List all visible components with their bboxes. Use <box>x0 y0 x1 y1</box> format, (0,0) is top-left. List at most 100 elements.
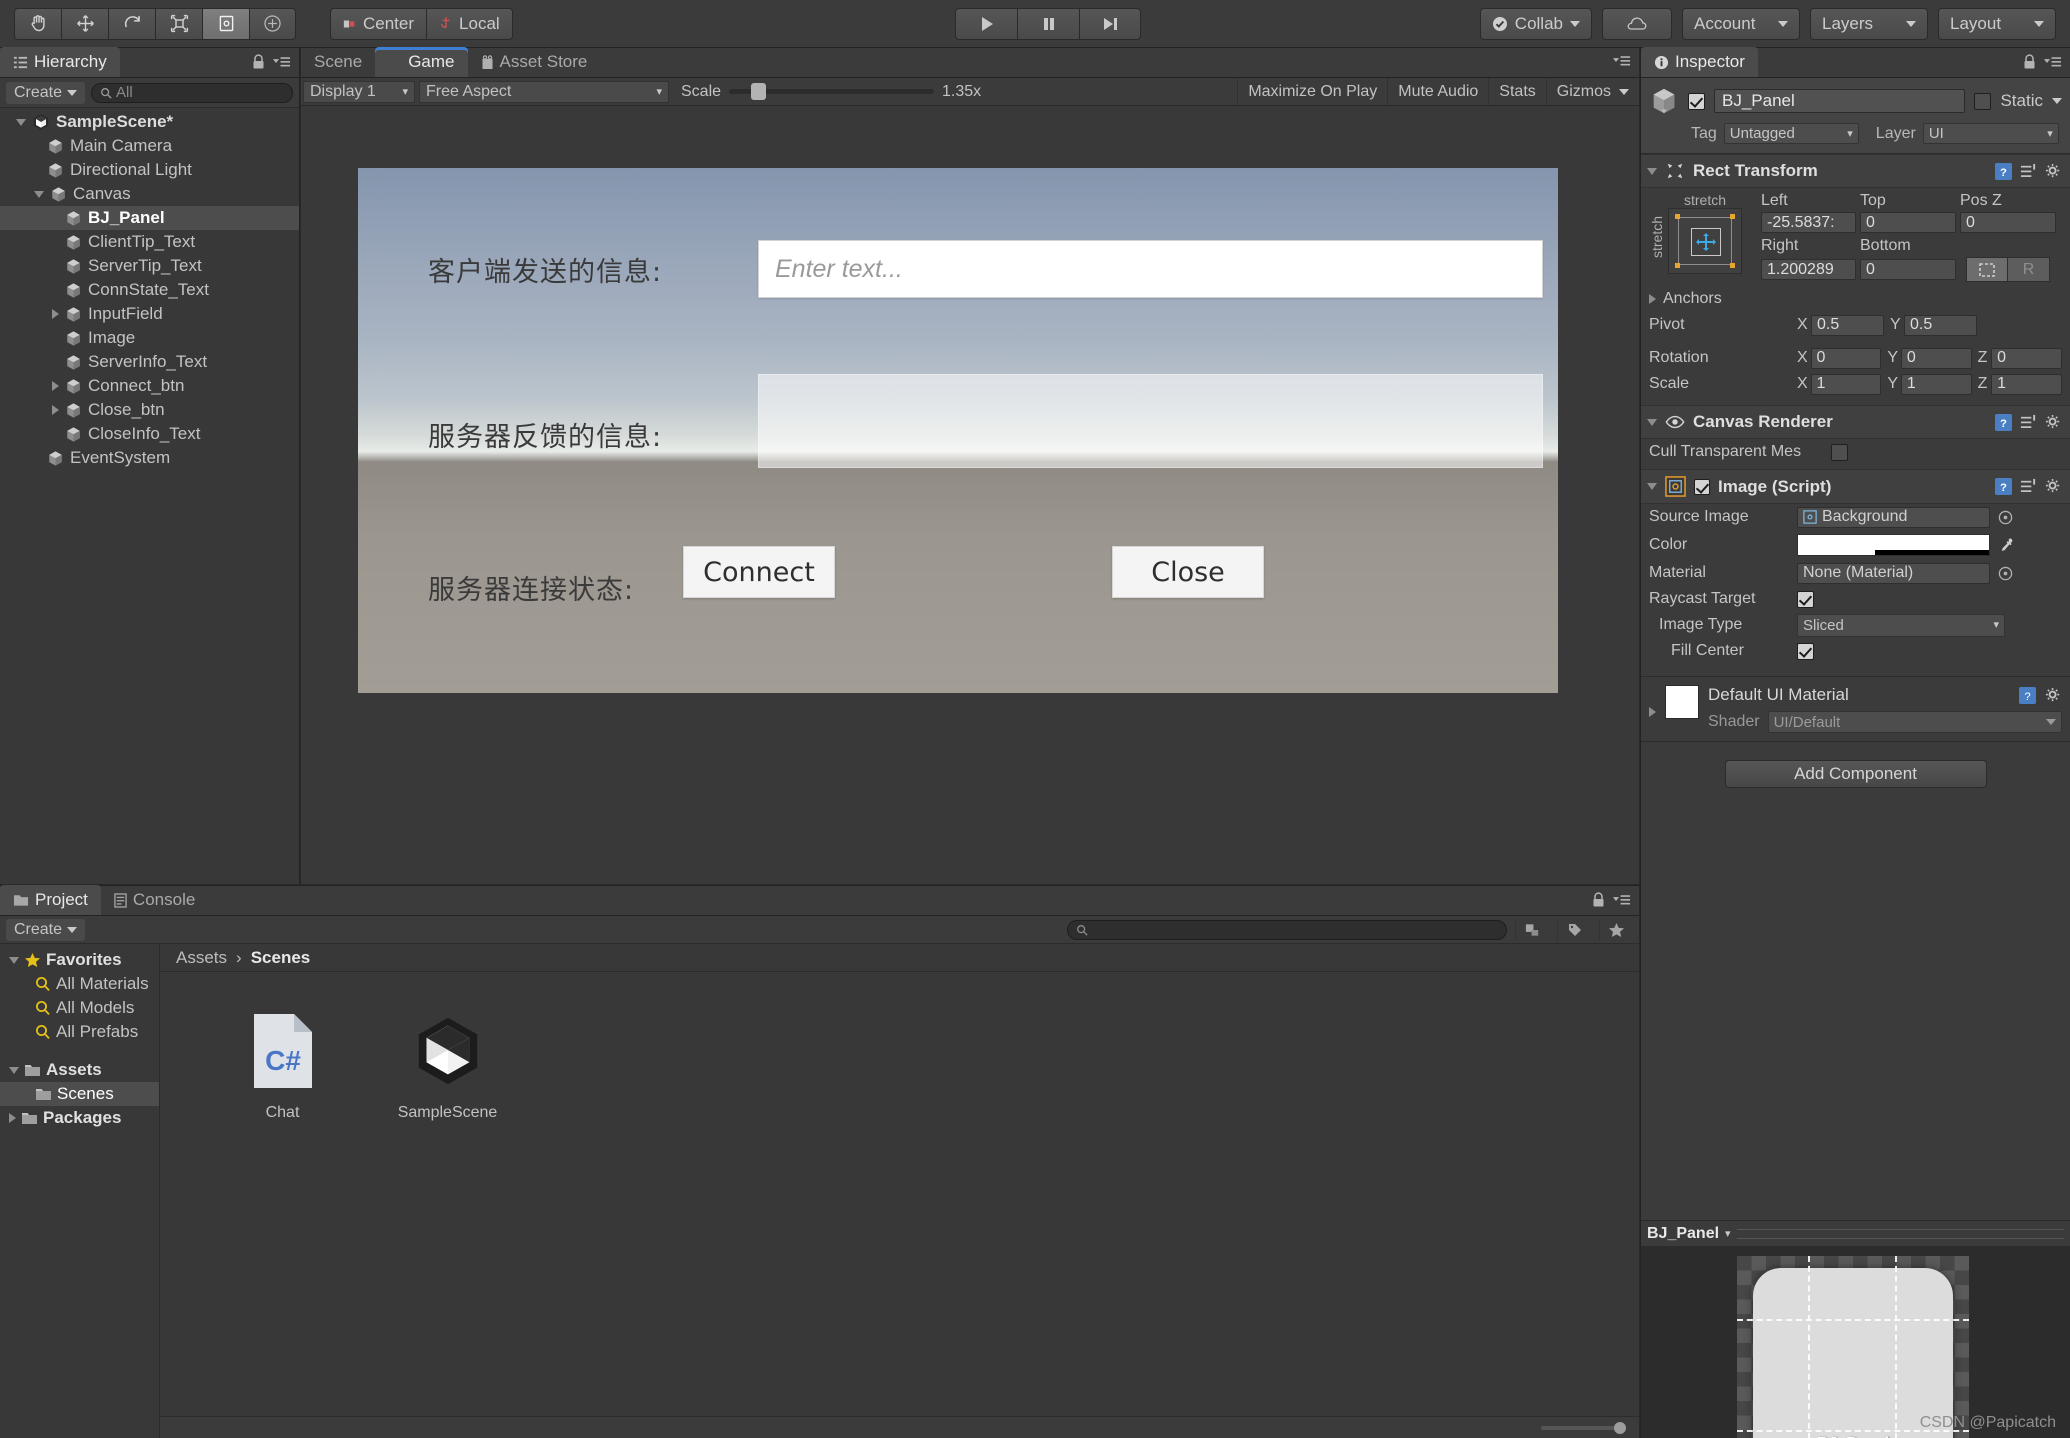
panel-menu-icon[interactable] <box>272 55 291 69</box>
hierarchy-item-connstate-text[interactable]: ConnState_Text <box>0 278 299 302</box>
hierarchy-item-main-camera[interactable]: Main Camera <box>0 134 299 158</box>
hierarchy-item-bj-panel[interactable]: BJ_Panel <box>0 206 299 230</box>
gameobject-enabled-checkbox[interactable] <box>1688 92 1705 110</box>
step-button[interactable] <box>1079 8 1141 40</box>
rotation-x-field[interactable]: 0 <box>1810 347 1882 369</box>
color-swatch[interactable] <box>1797 534 1990 556</box>
gear-icon[interactable] <box>2045 163 2062 180</box>
collapse-triangle-icon[interactable] <box>1647 167 1657 175</box>
play-button[interactable] <box>955 8 1017 40</box>
account-button[interactable]: Account <box>1682 8 1800 40</box>
image-type-dropdown[interactable]: Sliced ▾ <box>1797 613 2005 637</box>
message-input-field[interactable]: Enter text... <box>758 240 1543 298</box>
collapse-triangle-icon[interactable] <box>1647 483 1657 490</box>
expand-triangle-icon[interactable] <box>52 309 59 319</box>
raw-edit-button[interactable]: R <box>2008 257 2050 282</box>
game-render-surface[interactable]: 客户端发送的信息: Enter text... 服务器反馈的信息: 服务器连接状… <box>358 168 1558 693</box>
right-field[interactable]: 1.200289 <box>1761 259 1856 280</box>
help-icon[interactable]: ? <box>1995 413 2012 431</box>
tab-scene[interactable]: Scene <box>301 47 375 77</box>
favorites-button[interactable] <box>1599 918 1633 941</box>
layout-button[interactable]: Layout <box>1938 8 2056 40</box>
panel-menu-icon[interactable] <box>1612 54 1631 68</box>
help-icon[interactable]: ? <box>2019 686 2036 704</box>
hierarchy-item-directional-light[interactable]: Directional Light <box>0 158 299 182</box>
tab-hierarchy[interactable]: Hierarchy <box>0 47 120 77</box>
project-tree[interactable]: Favorites All Materials All Models All Pref… <box>0 944 160 1438</box>
updown-icon[interactable]: ▾ <box>1725 1228 1731 1239</box>
hierarchy-item-inputfield[interactable]: InputField <box>0 302 299 326</box>
gear-icon[interactable] <box>2045 414 2062 431</box>
material-expand-icon[interactable] <box>1649 707 1656 717</box>
collapse-triangle-icon[interactable] <box>34 190 44 198</box>
anchor-preset-button[interactable] <box>1668 208 1742 274</box>
layer-dropdown[interactable]: UI ▾ <box>1922 123 2059 144</box>
scale-x-field[interactable]: 1 <box>1810 373 1882 395</box>
add-component-button[interactable]: Add Component <box>1724 760 1987 788</box>
hierarchy-search-input[interactable]: All <box>91 82 293 103</box>
project-search-input[interactable] <box>1067 919 1507 940</box>
icon-size-slider[interactable] <box>1541 1421 1626 1434</box>
project-tree-item-assets[interactable]: Assets <box>0 1058 159 1082</box>
image-script-header[interactable]: Image (Script) ? <box>1641 469 2070 504</box>
panel-menu-icon[interactable] <box>2043 55 2062 69</box>
preset-icon[interactable] <box>2020 478 2037 495</box>
filter-by-label-button[interactable] <box>1557 918 1591 941</box>
rect-transform-header[interactable]: Rect Transform ? <box>1641 154 2070 188</box>
project-tree-item-all-prefabs[interactable]: All Prefabs <box>0 1020 159 1044</box>
tab-project[interactable]: Project <box>0 885 101 915</box>
eyedropper-icon[interactable] <box>1998 537 2015 554</box>
preset-icon[interactable] <box>2020 163 2037 180</box>
hierarchy-item-servertip-text[interactable]: ServerTip_Text <box>0 254 299 278</box>
rotate-tool-button[interactable] <box>108 7 155 40</box>
hierarchy-item-close-btn[interactable]: Close_btn <box>0 398 299 422</box>
chevron-down-icon[interactable] <box>2052 98 2062 104</box>
scale-slider-knob[interactable] <box>751 83 767 100</box>
gizmos-toggle[interactable]: Gizmos <box>1545 77 1639 106</box>
tab-game[interactable]: Game <box>375 47 468 77</box>
cloud-button[interactable] <box>1602 8 1672 40</box>
project-create-button[interactable]: Create <box>6 918 86 941</box>
hierarchy-item-eventsystem[interactable]: EventSystem <box>0 446 299 470</box>
left-field[interactable]: -25.5837: <box>1761 212 1856 233</box>
posz-field[interactable]: 0 <box>1960 212 2056 233</box>
bottom-field[interactable]: 0 <box>1860 259 1956 280</box>
expand-triangle-icon[interactable] <box>52 405 59 415</box>
pivot-x-field[interactable]: 0.5 <box>1811 314 1884 336</box>
asset-item-chat[interactable]: C# Chat <box>220 1012 345 1122</box>
display-dropdown[interactable]: Display 1 ▾ <box>303 80 415 103</box>
material-field[interactable]: None (Material) <box>1797 562 1990 584</box>
top-field[interactable]: 0 <box>1860 212 1956 233</box>
pause-button[interactable] <box>1017 8 1079 40</box>
preview-grip[interactable] <box>1736 1228 2064 1239</box>
rect-tool-button[interactable] <box>202 7 249 40</box>
layers-button[interactable]: Layers <box>1810 8 1928 40</box>
shader-dropdown[interactable]: UI/Default <box>1767 711 2062 733</box>
icon-size-knob[interactable] <box>1614 1421 1626 1434</box>
rotation-z-field[interactable]: 0 <box>1991 347 2062 369</box>
pivot-y-field[interactable]: 0.5 <box>1904 314 1977 336</box>
rotation-y-field[interactable]: 0 <box>1900 347 1972 369</box>
preset-icon[interactable] <box>2020 414 2037 431</box>
object-picker-icon[interactable] <box>1998 566 2013 581</box>
project-tree-item-scenes[interactable]: Scenes <box>0 1082 159 1106</box>
project-tree-item-packages[interactable]: Packages <box>0 1106 159 1130</box>
hierarchy-item-canvas[interactable]: Canvas <box>0 182 299 206</box>
anchors-expand-icon[interactable] <box>1649 294 1656 304</box>
object-picker-icon[interactable] <box>1998 510 2013 525</box>
static-checkbox[interactable] <box>1974 92 1992 110</box>
hierarchy-item-connect-btn[interactable]: Connect_btn <box>0 374 299 398</box>
raycast-target-checkbox[interactable] <box>1797 590 1814 608</box>
project-tree-item-all-models[interactable]: All Models <box>0 996 159 1020</box>
anchors-row[interactable]: Anchors <box>1641 286 2070 312</box>
lock-icon[interactable] <box>2023 54 2036 70</box>
canvas-renderer-header[interactable]: Canvas Renderer ? <box>1641 405 2070 439</box>
hierarchy-item-samplescene[interactable]: SampleScene* <box>0 110 299 134</box>
help-icon[interactable]: ? <box>1995 162 2012 180</box>
image-enabled-checkbox[interactable] <box>1694 478 1710 495</box>
collapse-triangle-icon[interactable] <box>16 118 26 126</box>
scale-y-field[interactable]: 1 <box>1900 373 1972 395</box>
move-tool-button[interactable] <box>61 7 108 40</box>
pivot-space-button[interactable]: Local <box>426 7 513 40</box>
tab-inspector[interactable]: Inspector <box>1641 47 1758 77</box>
